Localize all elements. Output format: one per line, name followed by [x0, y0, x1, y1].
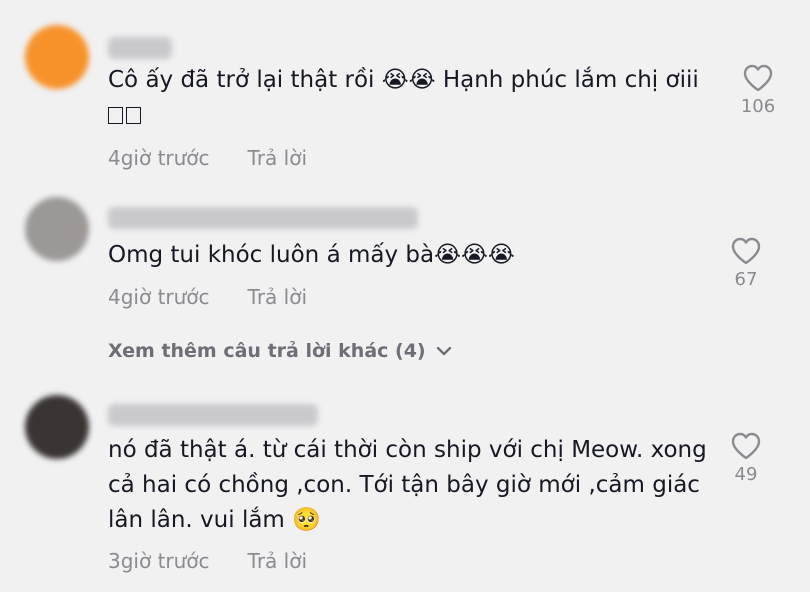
like-button[interactable]: 106	[728, 64, 788, 117]
like-count: 49	[734, 464, 758, 485]
reply-button[interactable]: Trả lời	[248, 549, 307, 573]
avatar[interactable]	[25, 395, 89, 459]
comment-time: 3giờ trước	[108, 549, 210, 573]
like-button[interactable]: 49	[716, 432, 776, 485]
reply-button[interactable]: Trả lời	[248, 285, 307, 309]
reply-button[interactable]: Trả lời	[248, 146, 307, 170]
heart-icon	[743, 64, 773, 92]
comment-text: nó đã thật á. từ cái thời còn ship với c…	[108, 437, 707, 463]
view-more-replies-label: Xem thêm câu trả lời khác (4)	[108, 340, 426, 362]
comment-time: 4giờ trước	[108, 146, 210, 170]
username-blurred[interactable]	[108, 207, 418, 229]
avatar[interactable]	[25, 197, 89, 261]
like-button[interactable]: 67	[716, 237, 776, 290]
avatar[interactable]	[25, 25, 89, 89]
heart-icon	[731, 237, 761, 265]
username-blurred[interactable]	[108, 37, 172, 59]
comment-text-emoji-line	[108, 98, 144, 133]
heart-icon	[731, 432, 761, 460]
comment-text: lân lân. vui lắm 🥺	[108, 507, 321, 533]
comment-time: 4giờ trước	[108, 285, 210, 309]
username-blurred[interactable]	[108, 404, 318, 426]
emoji-placeholder-icon	[108, 107, 123, 124]
chevron-down-icon	[436, 346, 451, 356]
like-count: 67	[734, 269, 758, 290]
view-more-replies-button[interactable]: Xem thêm câu trả lời khác (4)	[108, 340, 452, 362]
emoji-placeholder-icon	[126, 107, 141, 124]
comment-text: cả hai có chồng ,con. Tới tận bây giờ mớ…	[108, 472, 700, 498]
like-count: 106	[740, 96, 776, 117]
comment-text: Omg tui khóc luôn á mấy bà😭😭😭	[108, 242, 515, 268]
comment-text: Cô ấy đã trở lại thật rồi 😭😭 Hạnh phúc l…	[108, 67, 699, 93]
